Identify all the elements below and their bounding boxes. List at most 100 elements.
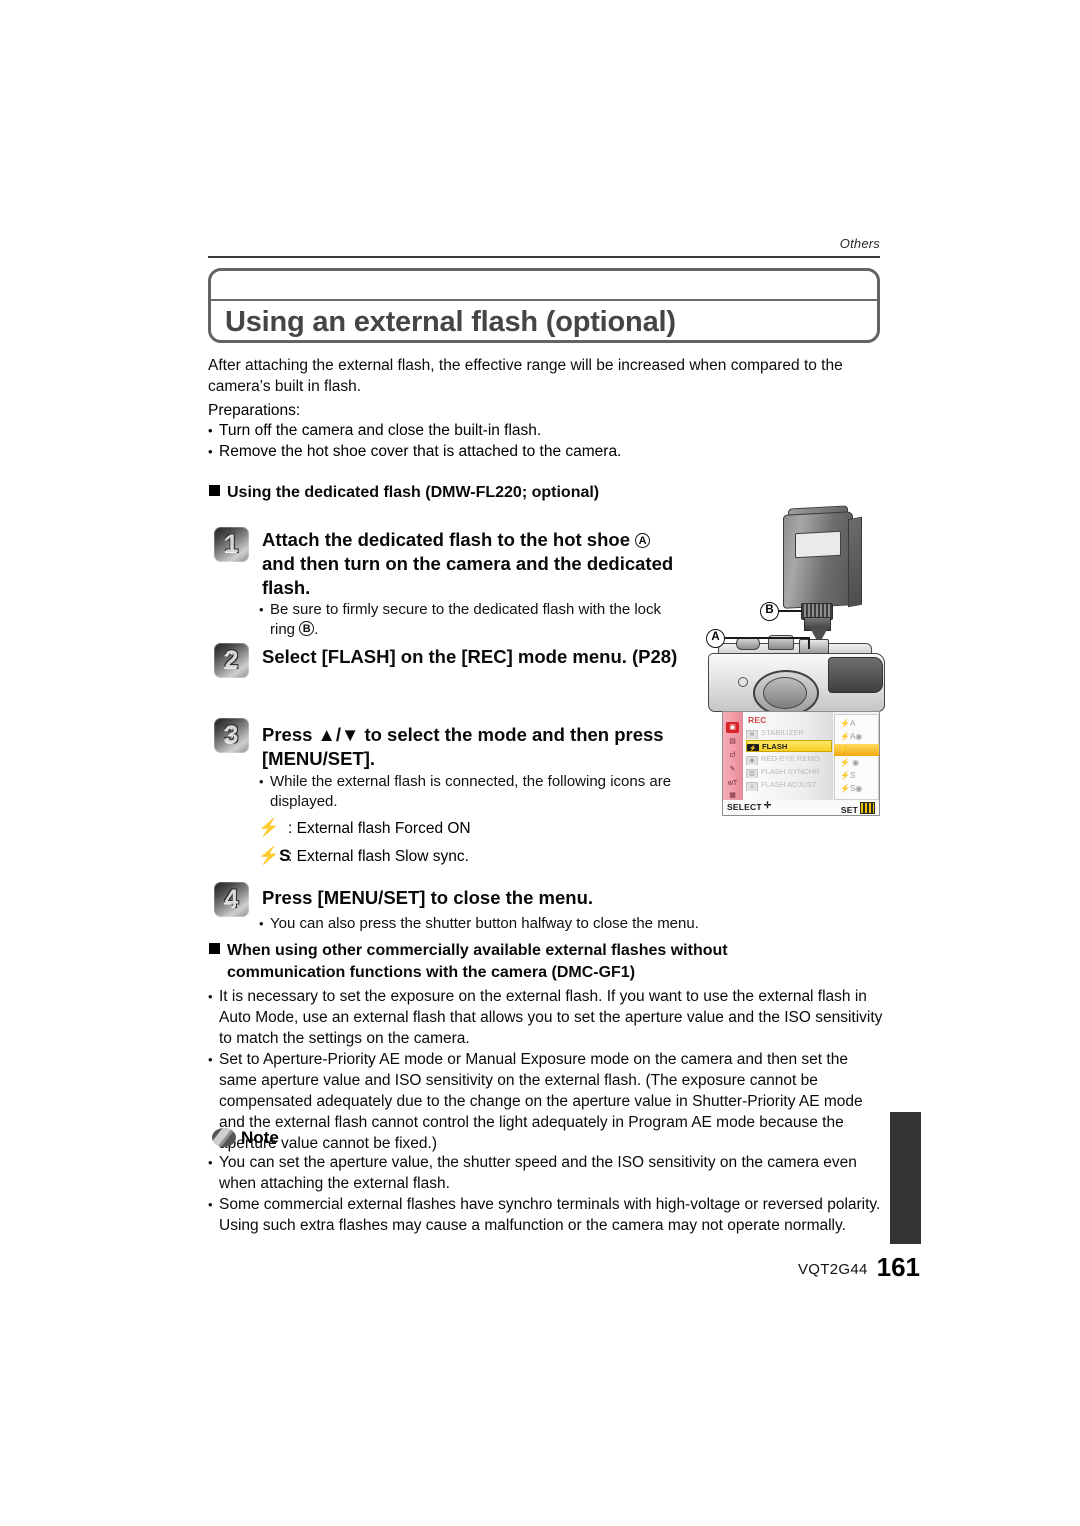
- flash-side-panel: [848, 516, 862, 608]
- camera-af-lamp: [738, 677, 748, 687]
- camera-flash-illustration: B A: [700, 505, 890, 716]
- section-heading-line1: When using other commercially available …: [227, 942, 728, 959]
- flash-forced-on-label: : External flash Forced ON: [288, 820, 471, 837]
- manual-page: Others Using an external flash (optional…: [0, 0, 1080, 1526]
- callout-b-leader-line: [778, 610, 802, 612]
- menu-row-label: FLASH: [762, 742, 788, 751]
- list-item: You can set the aperture value, the shut…: [208, 1152, 890, 1194]
- list-item: While the external flash is connected, t…: [258, 772, 698, 812]
- list-item: You can also press the shutter button ha…: [258, 914, 758, 934]
- step-1-note-tail: .: [314, 621, 319, 638]
- flash-icon: ⚡: [747, 744, 759, 751]
- preparations-list: Turn off the camera and close the built-…: [208, 421, 888, 462]
- running-header: Others: [839, 236, 880, 251]
- camera-grip: [828, 657, 883, 693]
- section-heading-label: Using the dedicated flash (DMW-FL220; op…: [227, 484, 600, 501]
- menu-tab-rec-icon[interactable]: ▣: [726, 722, 739, 733]
- document-code: VQT2G44: [797, 1261, 868, 1278]
- step-badge-4: 4: [214, 882, 249, 917]
- preparations-label: Preparations:: [208, 402, 301, 419]
- flash-forced-on-legend: ⚡ : External flash Forced ON: [258, 817, 471, 839]
- chapter-tab-marker: [890, 1112, 921, 1244]
- step-badge-2: 2: [214, 643, 249, 678]
- menu-option-flash-auto[interactable]: ⚡A: [836, 718, 879, 730]
- page-number: 161: [876, 1252, 920, 1282]
- flash-adjust-icon: ±: [746, 782, 758, 791]
- callout-a-leader-drop: [808, 637, 810, 649]
- camera-shutter-button: [736, 637, 760, 650]
- red-eye-icon: ◉: [746, 756, 758, 765]
- section-heading-dedicated-flash: Using the dedicated flash (DMW-FL220; op…: [209, 482, 599, 504]
- menu-row-label: FLASH SYNCHR: [761, 767, 820, 776]
- list-item: Remove the hot shoe cover that is attach…: [208, 442, 888, 463]
- note-bullets: You can set the aperture value, the shut…: [208, 1152, 890, 1236]
- note-icon: [212, 1128, 236, 1147]
- step-1-title-line1: Attach the dedicated flash to the hot sh…: [262, 529, 630, 550]
- step-3-title-line1: Press ▲/▼ to select the mode and then pr…: [262, 724, 664, 745]
- menu-row-flash-adjust[interactable]: ± FLASH ADJUST.: [746, 779, 832, 791]
- flash-synchro-icon: ▥: [746, 769, 758, 778]
- header-rule: [208, 256, 880, 258]
- camera-lens-inner: [763, 677, 807, 709]
- step-3-title-line2: [MENU/SET].: [262, 748, 376, 769]
- callout-a-inline: A: [635, 533, 651, 548]
- other-flash-bullets: It is necessary to set the exposure on t…: [208, 986, 890, 1154]
- step-badge-3: 3: [214, 718, 249, 753]
- step-3-note-line2: displayed.: [270, 793, 338, 810]
- step-4-title-line1: Press [MENU/SET] to close the menu.: [262, 887, 594, 908]
- menu-status-bar: SELECT SET: [723, 800, 879, 815]
- list-item: It is necessary to set the exposure on t…: [208, 986, 890, 1049]
- callout-b: B: [760, 602, 779, 621]
- menu-option-panel: ⚡A ⚡A◉ ⚡ ⚡ ◉ ⚡S ⚡S◉: [834, 714, 879, 800]
- list-item: Turn off the camera and close the built-…: [208, 421, 888, 442]
- note-heading: Note: [212, 1126, 279, 1150]
- menu-option-flash-auto-redeye[interactable]: ⚡A◉: [836, 731, 879, 743]
- menu-row-red-eye-removal[interactable]: ◉ RED-EYE REMO: [746, 753, 832, 765]
- step-1-title-line2: and then turn on the camera and the dedi…: [262, 553, 674, 574]
- menu-set-button-icon: [860, 802, 875, 814]
- square-bullet-icon: [209, 485, 220, 496]
- menu-tab-custom-icon[interactable]: cf: [726, 750, 739, 761]
- menu-item-column: REC ✻ STABILIZER ⚡ FLASH ◉ RED-EYE REMO ▥ FL…: [743, 712, 833, 800]
- page-title-box: Using an external flash (optional): [208, 268, 880, 343]
- camera-hot-shoe: [799, 639, 829, 654]
- menu-select-hint: SELECT: [727, 800, 773, 812]
- stabilizer-icon: ✻: [746, 730, 758, 739]
- step-1-title: Attach the dedicated flash to the hot sh…: [262, 528, 692, 600]
- flash-slow-sync-icon: ⚡S: [258, 846, 291, 865]
- square-bullet-icon: [209, 943, 220, 954]
- menu-tab-setup-icon[interactable]: ✎: [726, 764, 739, 775]
- menu-option-flash-forced-on-redeye[interactable]: ⚡ ◉: [836, 757, 879, 769]
- step-3-title: Press ▲/▼ to select the mode and then pr…: [262, 723, 692, 771]
- list-item: Set to Aperture-Priority AE mode or Manu…: [208, 1049, 890, 1154]
- menu-option-flash-slow-sync-redeye[interactable]: ⚡S◉: [836, 783, 879, 795]
- external-flash-unit: [783, 511, 853, 609]
- menu-option-flash-forced-on[interactable]: ⚡: [834, 744, 879, 756]
- menu-title-rec: REC: [748, 715, 767, 725]
- flash-slow-sync-legend: ⚡S: External flash Slow sync.: [258, 845, 469, 867]
- menu-select-label: SELECT: [727, 802, 762, 812]
- menu-set-hint: SET: [841, 802, 875, 815]
- step-4-note: You can also press the shutter button ha…: [258, 914, 758, 934]
- section-heading-other-flashes: When using other commercially available …: [209, 940, 899, 984]
- menu-row-flash[interactable]: ⚡ FLASH: [746, 740, 832, 752]
- menu-row-stabilizer[interactable]: ✻ STABILIZER: [746, 727, 832, 739]
- step-2-title-line1: Select [FLASH] on the [REC] mode menu. (…: [262, 646, 678, 667]
- menu-tab-mysetting-icon[interactable]: wT: [726, 778, 739, 789]
- step-3-note: While the external flash is connected, t…: [258, 772, 698, 812]
- page-footer: VQT2G44 161: [600, 1252, 920, 1283]
- flash-icon: ⚡: [258, 818, 280, 837]
- callout-b-inline: B: [299, 621, 315, 636]
- step-3-note-line1: While the external flash is connected, t…: [270, 773, 672, 790]
- list-item: Some commercial external flashes have sy…: [208, 1194, 890, 1236]
- step-1-note: Be sure to firmly secure to the dedicate…: [258, 600, 698, 640]
- callout-a: A: [706, 629, 725, 648]
- menu-option-flash-slow-sync[interactable]: ⚡S: [836, 770, 879, 782]
- menu-tab-motion-icon[interactable]: ▤: [726, 736, 739, 747]
- step-badge-1: 1: [214, 527, 249, 562]
- intro-paragraph: After attaching the external flash, the …: [208, 357, 843, 395]
- menu-row-label: RED-EYE REMO: [761, 754, 820, 763]
- step-1-note-line1: Be sure to firmly secure to the dedicate…: [270, 601, 662, 618]
- menu-row-flash-synchro[interactable]: ▥ FLASH SYNCHR: [746, 766, 832, 778]
- flash-slow-sync-label: : External flash Slow sync.: [288, 848, 469, 865]
